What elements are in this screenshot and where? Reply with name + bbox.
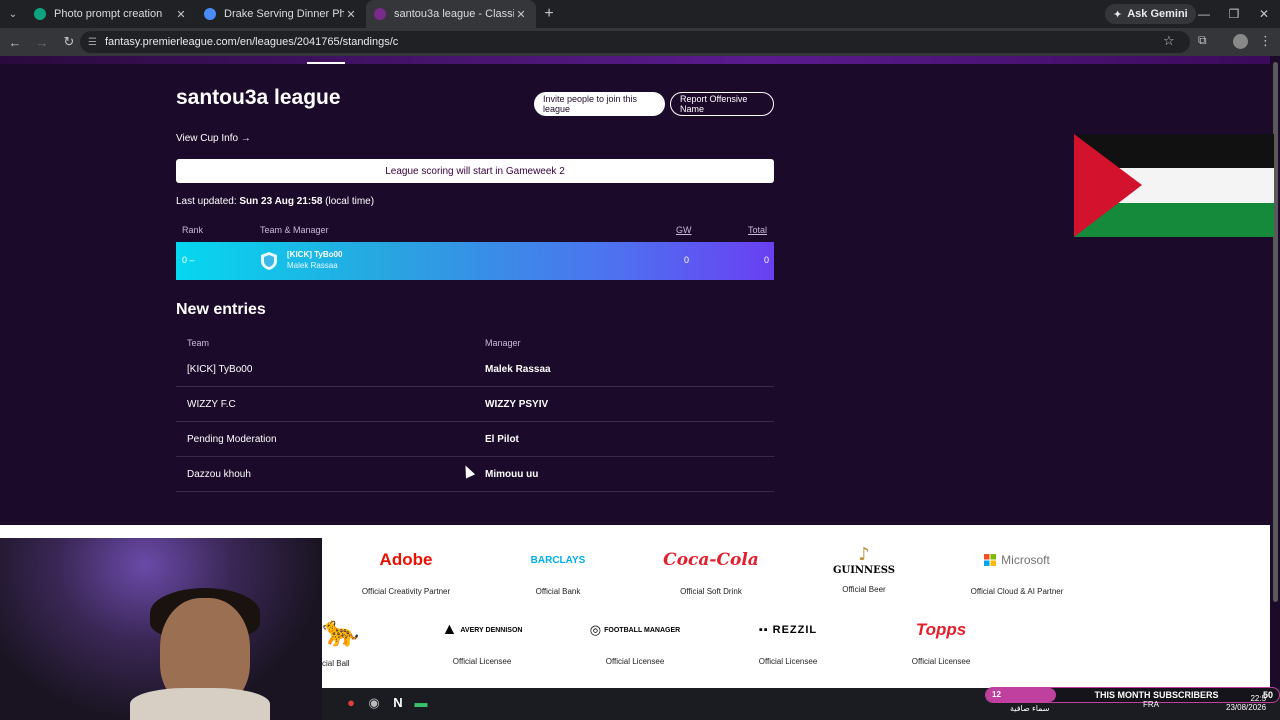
- subs-count: 12: [986, 688, 1056, 702]
- forward-icon[interactable]: →: [30, 35, 54, 50]
- bookmark-star-icon[interactable]: ☆: [1163, 33, 1175, 49]
- partner-coca-cola[interactable]: Coca-Cola Official Soft Drink: [636, 543, 786, 596]
- list-item: Pending Moderation El Pilot: [176, 422, 774, 457]
- partner-topps[interactable]: Topps Official Licensee: [866, 620, 1016, 666]
- close-tab-icon[interactable]: ✕: [514, 8, 528, 21]
- premier-league-icon: [374, 8, 386, 20]
- entry-manager: Mimouu uu: [485, 469, 539, 480]
- menu-icon[interactable]: ⋮: [1259, 33, 1272, 49]
- system-clock[interactable]: 22:5 23/08/2026: [1226, 694, 1266, 712]
- col-rank: Rank: [182, 225, 204, 235]
- extensions-icon[interactable]: ⧉: [1198, 33, 1207, 48]
- microsoft-logo: Microsoft: [1001, 553, 1050, 567]
- chatgpt-icon: [34, 8, 46, 20]
- app-icon[interactable]: ▬: [412, 695, 430, 713]
- rezzil-logo: REZZIL: [772, 624, 818, 636]
- report-name-button[interactable]: Report Offensive Name: [670, 92, 774, 116]
- standings-row[interactable]: 0 – [KICK] TyBo00 Malek Rassaa 0 0: [176, 242, 774, 280]
- weather-widget[interactable]: سماء صافية: [1010, 704, 1050, 713]
- site-info-icon[interactable]: ☰: [88, 37, 97, 48]
- palestine-flag-overlay: [1074, 134, 1274, 237]
- new-tab-button[interactable]: +: [536, 5, 562, 23]
- chrome-icon[interactable]: ◉: [365, 695, 383, 713]
- puma-cat-icon: 🐆: [322, 614, 360, 648]
- tab-search-icon[interactable]: ⌄: [0, 0, 26, 28]
- partner-rezzil[interactable]: ▪▪ REZZIL Official Licensee: [713, 624, 863, 666]
- league-title: santou3a league: [176, 86, 341, 109]
- entry-manager: El Pilot: [485, 434, 519, 445]
- view-cup-link[interactable]: View Cup Info →: [176, 133, 251, 144]
- address-bar[interactable]: ☰ fantasy.premierleague.com/en/leagues/2…: [80, 31, 1190, 53]
- entry-team: [KICK] TyBo00: [187, 364, 253, 375]
- partner-microsoft[interactable]: Microsoft Official Cloud & AI Partner: [942, 543, 1092, 596]
- obs-icon[interactable]: ●: [342, 695, 360, 713]
- entry-team: WIZZY F.C: [187, 399, 236, 410]
- list-item: [KICK] TyBo00 Malek Rassaa: [176, 352, 774, 387]
- coca-cola-logo: Coca-Cola: [663, 550, 759, 570]
- close-window-button[interactable]: ✕: [1248, 0, 1280, 28]
- gemini-icon: ✦: [1113, 8, 1123, 21]
- entry-manager: Malek Rassaa: [485, 364, 551, 375]
- partner-guinness[interactable]: ♪ GUINNESS Official Beer: [789, 543, 939, 594]
- back-icon[interactable]: ←: [3, 35, 27, 50]
- partner-barclays[interactable]: BARCLAYS Official Bank: [483, 543, 633, 597]
- topps-logo: Topps: [915, 620, 967, 639]
- restore-button[interactable]: ❐: [1218, 0, 1250, 28]
- partner-football-manager[interactable]: ◎ FOOTBALL MANAGER Official Licensee: [560, 622, 710, 666]
- total-points: 0: [764, 255, 770, 265]
- rank-value: 0 –: [182, 255, 195, 265]
- list-item: WIZZY F.C WIZZY PSYIV: [176, 387, 774, 422]
- entry-manager: WIZZY PSYIV: [485, 399, 549, 410]
- tab-drake[interactable]: Drake Serving Dinner Photo Pr ✕: [196, 0, 366, 28]
- col-manager: Manager: [485, 338, 521, 348]
- partner-puma[interactable]: 🐆 cial Ball: [322, 615, 382, 669]
- football-manager-logo: FOOTBALL MANAGER: [604, 626, 681, 634]
- tab-photo-prompt[interactable]: Photo prompt creation ✕: [26, 0, 196, 28]
- active-nav-indicator: [307, 62, 345, 64]
- partner-avery-dennison[interactable]: ▲ AVERY DENNISON Official Licensee: [407, 621, 557, 666]
- invite-button[interactable]: Invite people to join this league: [534, 92, 665, 116]
- col-team: Team: [187, 338, 210, 348]
- col-team-manager: Team & Manager: [260, 225, 329, 235]
- col-gw[interactable]: GW: [676, 225, 692, 235]
- avery-dennison-logo: AVERY DENNISON: [460, 626, 523, 634]
- notion-icon[interactable]: N: [389, 695, 407, 713]
- close-tab-icon[interactable]: ✕: [174, 8, 188, 21]
- ask-gemini-button[interactable]: ✦ Ask Gemini: [1105, 4, 1196, 24]
- col-total[interactable]: Total: [748, 225, 767, 235]
- list-item: Dazzou khouh Mimouu uu: [176, 457, 774, 492]
- entry-team: Dazzou khouh: [187, 469, 251, 480]
- gw-points: 0: [684, 255, 690, 265]
- webcam-overlay: [0, 538, 322, 720]
- tab-strip: ⌄ Photo prompt creation ✕ Drake Serving …: [0, 0, 1280, 28]
- minimize-button[interactable]: —: [1188, 0, 1220, 28]
- entry-team: Pending Moderation: [187, 434, 277, 445]
- tab-santou3a-league[interactable]: santou3a league - Classic Leag ✕: [366, 0, 536, 28]
- harp-icon: ♪: [858, 544, 870, 565]
- gemini-tab-icon: [204, 8, 216, 20]
- profile-avatar[interactable]: [1233, 34, 1248, 49]
- adobe-logo: Adobe: [379, 550, 433, 569]
- scoring-notice: League scoring will start in Gameweek 2: [176, 159, 774, 183]
- team-shield-icon: [261, 252, 277, 270]
- partner-adobe[interactable]: Adobe Official Creativity Partner: [331, 543, 481, 596]
- triangle-icon: ▲: [441, 621, 458, 638]
- header-bar: [0, 56, 1270, 64]
- manager-name: Malek Rassaa: [287, 261, 338, 270]
- barclays-logo: BARCLAYS: [530, 554, 586, 566]
- fm-badge-icon: ◎: [589, 622, 602, 637]
- guinness-logo: GUINNESS: [832, 565, 896, 576]
- reload-icon[interactable]: ↻: [57, 34, 81, 50]
- rezzil-mark-icon: ▪▪: [758, 624, 769, 636]
- microsoft-squares-icon: [984, 554, 997, 566]
- close-tab-icon[interactable]: ✕: [344, 8, 358, 21]
- toolbar: ← → ↻ ☰ fantasy.premierleague.com/en/lea…: [0, 28, 1280, 56]
- language-indicator[interactable]: FRA: [1143, 700, 1159, 709]
- last-updated: Last updated: Sun 23 Aug 21:58 (local ti…: [176, 196, 375, 207]
- team-name[interactable]: [KICK] TyBo00: [287, 250, 342, 259]
- new-entries-title: New entries: [176, 301, 266, 318]
